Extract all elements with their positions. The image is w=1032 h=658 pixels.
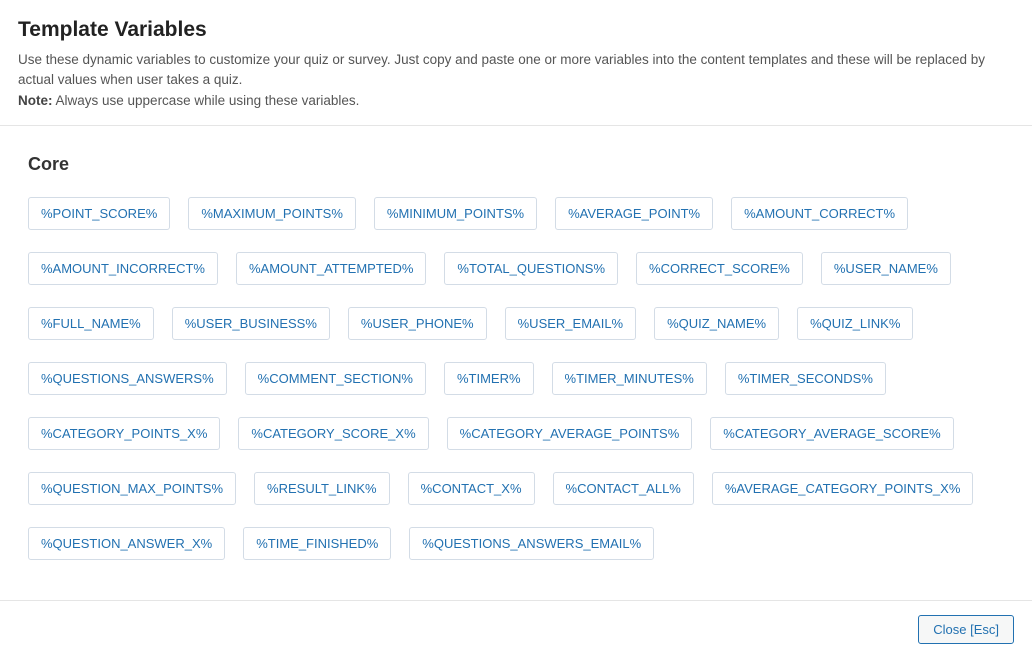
variable-tag[interactable]: %USER_NAME% bbox=[821, 252, 951, 285]
note-text: Always use uppercase while using these v… bbox=[53, 93, 360, 108]
footer-section: Close [Esc] bbox=[0, 600, 1032, 658]
variable-tag[interactable]: %CONTACT_X% bbox=[408, 472, 535, 505]
variable-tag[interactable]: %CATEGORY_AVERAGE_POINTS% bbox=[447, 417, 693, 450]
close-button[interactable]: Close [Esc] bbox=[918, 615, 1014, 644]
variable-tag[interactable]: %QUESTIONS_ANSWERS% bbox=[28, 362, 227, 395]
section-heading: Core bbox=[28, 154, 1004, 175]
variable-tag[interactable]: %QUESTION_MAX_POINTS% bbox=[28, 472, 236, 505]
variable-tag[interactable]: %CONTACT_ALL% bbox=[553, 472, 694, 505]
variable-tag[interactable]: %MAXIMUM_POINTS% bbox=[188, 197, 356, 230]
note-prefix: Note: bbox=[18, 93, 53, 108]
variable-tag[interactable]: %QUESTIONS_ANSWERS_EMAIL% bbox=[409, 527, 654, 560]
variable-tag[interactable]: %TIMER_SECONDS% bbox=[725, 362, 886, 395]
variable-tag[interactable]: %AVERAGE_POINT% bbox=[555, 197, 713, 230]
content-section: Core %POINT_SCORE% %MAXIMUM_POINTS% %MINIM… bbox=[0, 126, 1032, 600]
variable-tag[interactable]: %AMOUNT_CORRECT% bbox=[731, 197, 908, 230]
variable-tag[interactable]: %QUIZ_LINK% bbox=[797, 307, 913, 340]
variable-tag[interactable]: %TIMER_MINUTES% bbox=[552, 362, 707, 395]
variable-tag[interactable]: %RESULT_LINK% bbox=[254, 472, 390, 505]
variable-tag[interactable]: %USER_PHONE% bbox=[348, 307, 487, 340]
description: Use these dynamic variables to customize… bbox=[18, 50, 1014, 111]
variable-tag[interactable]: %TOTAL_QUESTIONS% bbox=[444, 252, 618, 285]
variable-tag[interactable]: %AMOUNT_INCORRECT% bbox=[28, 252, 218, 285]
variable-tag[interactable]: %CORRECT_SCORE% bbox=[636, 252, 803, 285]
variable-tag[interactable]: %COMMENT_SECTION% bbox=[245, 362, 426, 395]
variable-tag[interactable]: %CATEGORY_SCORE_X% bbox=[238, 417, 428, 450]
variable-tag[interactable]: %QUESTION_ANSWER_X% bbox=[28, 527, 225, 560]
variable-tag[interactable]: %MINIMUM_POINTS% bbox=[374, 197, 537, 230]
description-text: Use these dynamic variables to customize… bbox=[18, 52, 985, 87]
variable-tag[interactable]: %CATEGORY_AVERAGE_SCORE% bbox=[710, 417, 953, 450]
variable-tag[interactable]: %POINT_SCORE% bbox=[28, 197, 170, 230]
variable-tag[interactable]: %CATEGORY_POINTS_X% bbox=[28, 417, 220, 450]
header-section: Template Variables Use these dynamic var… bbox=[0, 0, 1032, 126]
variable-tag[interactable]: %FULL_NAME% bbox=[28, 307, 154, 340]
variable-tag[interactable]: %QUIZ_NAME% bbox=[654, 307, 779, 340]
variable-tag[interactable]: %AVERAGE_CATEGORY_POINTS_X% bbox=[712, 472, 974, 505]
variable-tag[interactable]: %USER_BUSINESS% bbox=[172, 307, 330, 340]
page-title: Template Variables bbox=[18, 18, 1014, 42]
variable-tag[interactable]: %TIME_FINISHED% bbox=[243, 527, 391, 560]
tags-container: %POINT_SCORE% %MAXIMUM_POINTS% %MINIMUM_PO… bbox=[28, 197, 1004, 560]
variable-tag[interactable]: %AMOUNT_ATTEMPTED% bbox=[236, 252, 426, 285]
variable-tag[interactable]: %USER_EMAIL% bbox=[505, 307, 636, 340]
variable-tag[interactable]: %TIMER% bbox=[444, 362, 534, 395]
